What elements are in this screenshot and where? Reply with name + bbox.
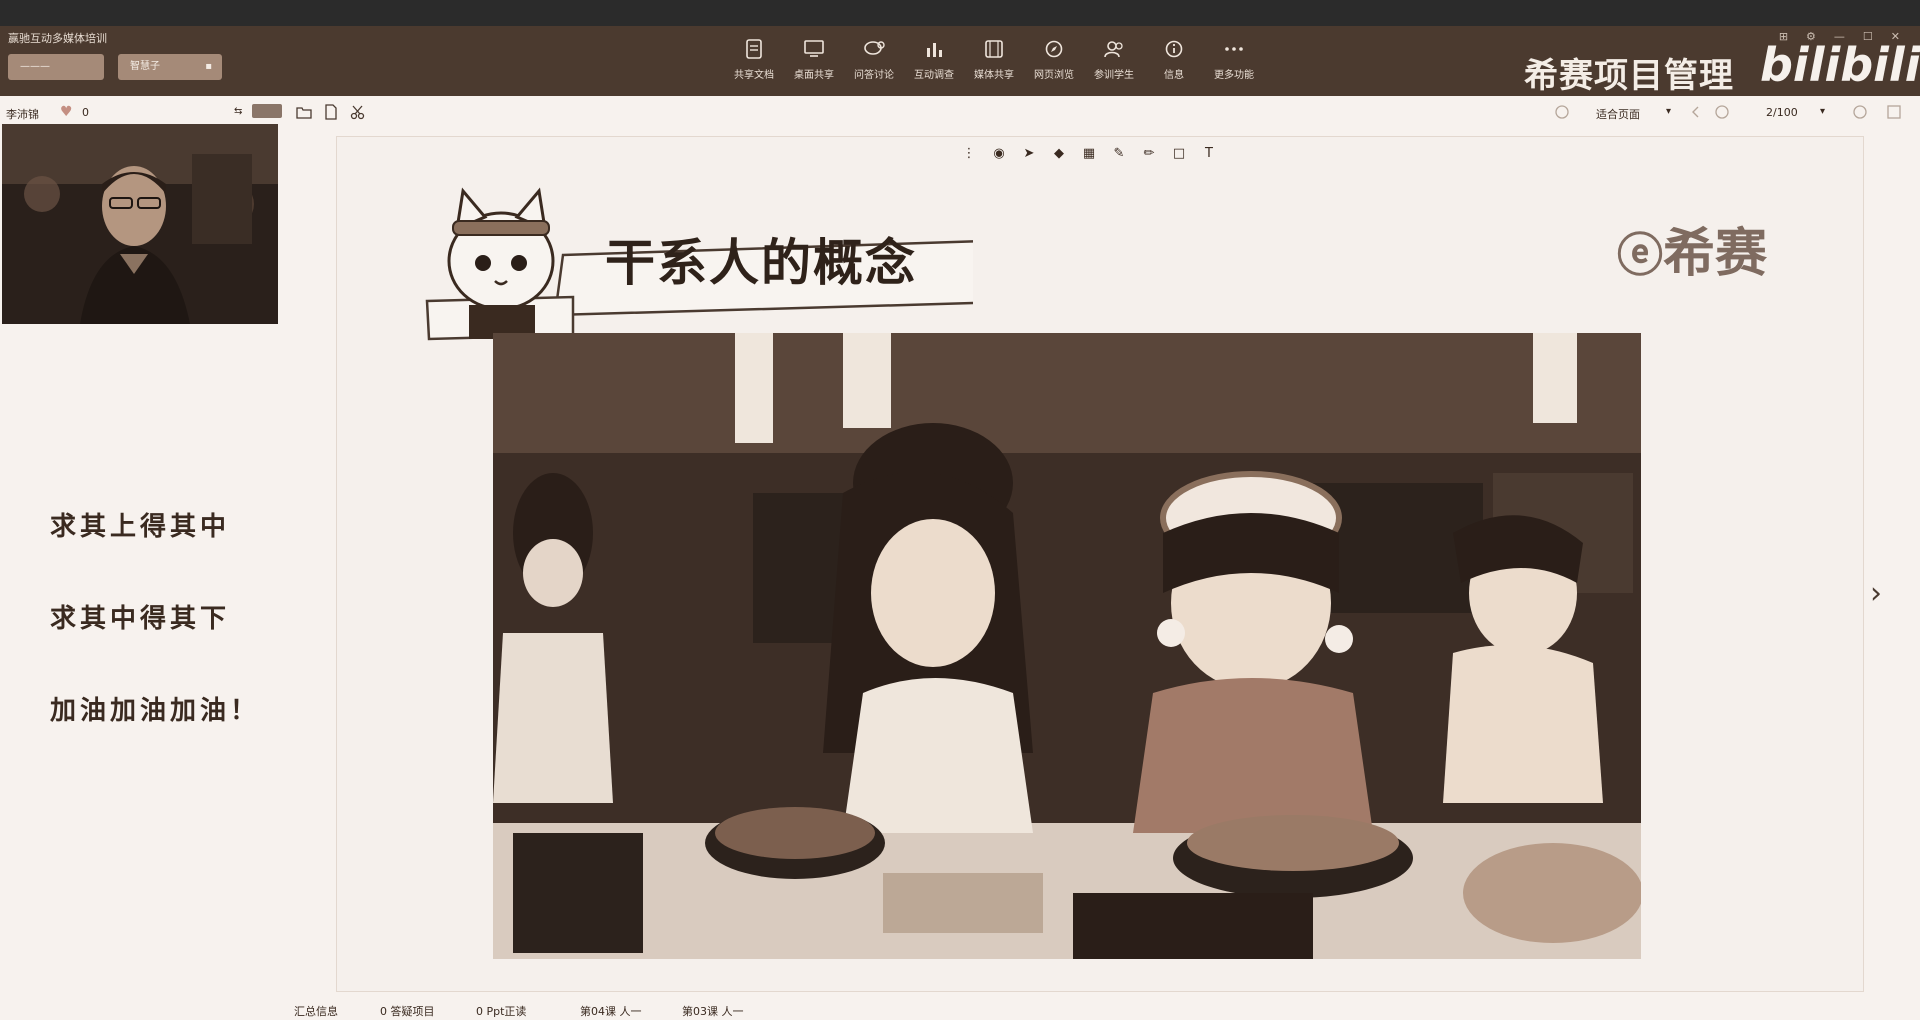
folder-icon[interactable]	[296, 104, 314, 122]
tool-info[interactable]: 信息	[1144, 34, 1204, 94]
select-cursor-icon[interactable]: ➤	[1021, 145, 1037, 161]
refresh-icon[interactable]	[1714, 104, 1732, 122]
os-top-strip	[0, 0, 1920, 26]
tool-more[interactable]: 更多功能	[1204, 34, 1264, 94]
tool-students[interactable]: 参训学生	[1084, 34, 1144, 94]
poll-chart-icon	[923, 38, 945, 60]
text-tool-icon[interactable]: T	[1201, 145, 1217, 161]
next-page-icon[interactable]	[1852, 104, 1870, 122]
highlighter-icon[interactable]: ✎	[1111, 145, 1127, 161]
slide-canvas: ⋮ ◉ ➤ ◆ ▦ ✎ ✏ □ T 干系人的概念 ⓔ希赛	[336, 136, 1864, 992]
left-header-button[interactable]: ———	[8, 54, 104, 80]
tool-label: 互动调查	[914, 70, 954, 81]
slide-photo	[493, 333, 1641, 959]
speaker-name: 李沛锦	[6, 108, 39, 121]
left-panel: 李沛锦 ♥ 0 ⇆ 求其上得其中 求其中得其下 加油加油加油！	[0, 96, 282, 1020]
bilibili-watermark: bilibili	[1760, 38, 1920, 92]
prev-page-icon[interactable]	[1688, 104, 1706, 122]
speaker-video	[2, 124, 278, 324]
rotate-icon[interactable]	[1554, 104, 1572, 122]
new-file-icon[interactable]	[324, 104, 342, 122]
right-header-button-label: 智慧子	[130, 61, 160, 72]
zoom-select[interactable]: 适合页面	[1596, 106, 1640, 122]
more-icon	[1223, 38, 1245, 60]
info-icon	[1163, 38, 1185, 60]
users-icon	[1103, 38, 1125, 60]
drag-handle-icon[interactable]: ⋮	[961, 145, 977, 161]
status-questions[interactable]: 0 答疑项目	[380, 1003, 435, 1019]
motto-line-1: 求其上得其中	[50, 512, 231, 542]
tool-label: 共享文档	[734, 70, 774, 81]
dropdown-square-icon: ▪	[205, 61, 212, 72]
scissors-icon[interactable]	[350, 104, 368, 122]
heart-icon[interactable]: ♥	[60, 104, 73, 120]
tool-poll[interactable]: 互动调查	[904, 34, 964, 94]
laser-pointer-icon[interactable]: ◉	[991, 145, 1007, 161]
app-title: 赢驰互动多媒体培训	[8, 32, 107, 45]
rectangle-icon[interactable]: □	[1171, 145, 1187, 161]
pen-icon[interactable]: ✏	[1141, 145, 1157, 161]
tool-qa[interactable]: 问答讨论	[844, 34, 904, 94]
page-chevron-down-icon[interactable]: ▾	[1820, 106, 1838, 124]
chat-icon	[863, 38, 885, 60]
main-toolbar: 共享文档 桌面共享 问答讨论 互动调查 媒体共享 网页浏览 参训学生 信息 更多…	[724, 34, 1264, 94]
chevron-down-icon[interactable]: ▾	[1666, 106, 1684, 124]
next-slide-arrow[interactable]: ›	[1870, 576, 1882, 611]
tool-label: 网页浏览	[1034, 70, 1074, 81]
status-item-4[interactable]: 第03课 人一	[682, 1003, 744, 1019]
desktop-icon	[803, 38, 825, 60]
logo-mark-icon: ⓔ	[1617, 228, 1663, 282]
like-count: 0	[82, 106, 89, 119]
compass-icon	[1043, 38, 1065, 60]
camera-toggle[interactable]	[252, 104, 282, 118]
document-icon	[743, 38, 765, 60]
fullscreen-icon[interactable]	[1886, 104, 1904, 122]
layout-mode-icon[interactable]: ⇆	[234, 106, 242, 117]
status-bar: 汇总信息 0 答疑项目 0 Ppt正读 第04课 人一 第03课 人一	[280, 1000, 1920, 1020]
document-toolbar: 适合页面 ▾ 2/100 ▾	[290, 102, 1920, 128]
right-header-button[interactable]: 智慧子 ▪	[118, 54, 222, 80]
tool-label: 参训学生	[1094, 70, 1134, 81]
media-icon	[983, 38, 1005, 60]
brand-name: 希赛项目管理	[1524, 56, 1734, 96]
slide-logo: ⓔ希赛	[1617, 211, 1767, 286]
slide-logo-text: 希赛	[1663, 224, 1768, 284]
speaker-bar: 李沛锦 ♥ 0 ⇆	[6, 104, 282, 124]
tool-label: 更多功能	[1214, 70, 1254, 81]
motto-line-2: 求其中得其下	[50, 604, 231, 634]
tool-label: 媒体共享	[974, 70, 1014, 81]
tool-label: 问答讨论	[854, 70, 894, 81]
status-summary[interactable]: 汇总信息	[294, 1003, 338, 1019]
tool-label: 桌面共享	[794, 70, 834, 81]
annotation-toolbar: ⋮ ◉ ➤ ◆ ▦ ✎ ✏ □ T	[961, 143, 1217, 163]
status-item-3[interactable]: 第04课 人一	[580, 1003, 642, 1019]
eraser-icon[interactable]: ◆	[1051, 145, 1067, 161]
tool-shared-docs[interactable]: 共享文档	[724, 34, 784, 94]
page-indicator[interactable]: 2/100	[1766, 106, 1798, 119]
tool-media-share[interactable]: 媒体共享	[964, 34, 1024, 94]
slide-title: 干系人的概念	[605, 234, 917, 292]
title-bar: 赢驰互动多媒体培训 ——— 智慧子 ▪ 共享文档 桌面共享 问答讨论 互动调查 …	[0, 26, 1920, 96]
tool-web-browse[interactable]: 网页浏览	[1024, 34, 1084, 94]
status-ppt[interactable]: 0 Ppt正读	[476, 1003, 526, 1019]
tool-desktop-share[interactable]: 桌面共享	[784, 34, 844, 94]
stamp-icon[interactable]: ▦	[1081, 145, 1097, 161]
tool-label: 信息	[1164, 70, 1184, 81]
left-header-button-label: ———	[20, 61, 50, 72]
motto-line-3: 加油加油加油！	[50, 696, 261, 726]
